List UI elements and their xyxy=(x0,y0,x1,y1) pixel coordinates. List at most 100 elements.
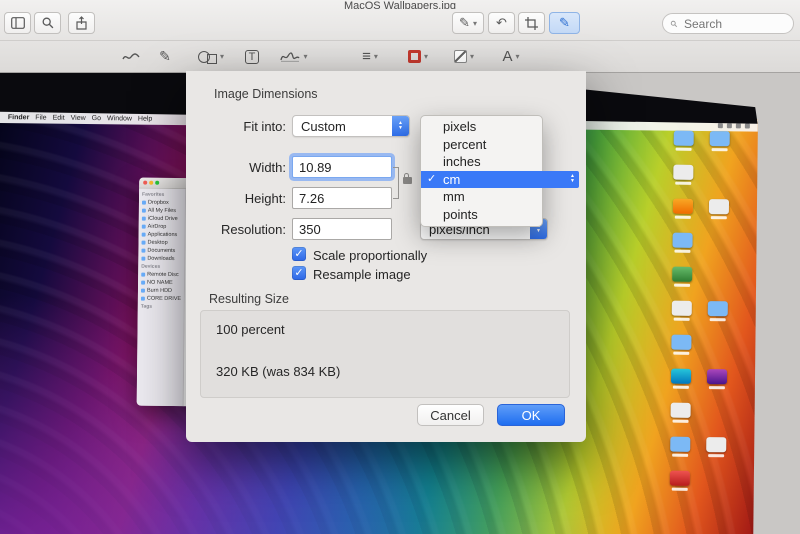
result-filesize: 320 KB (was 834 KB) xyxy=(216,364,340,379)
menu-item-cm-selected[interactable]: ✓ cm ▲▼ xyxy=(421,171,579,189)
desktop-icon[interactable] xyxy=(672,301,692,316)
scale-proportionally-checkbox[interactable]: ✓ xyxy=(292,247,306,261)
share-icon xyxy=(75,16,88,30)
lock-icon xyxy=(403,177,412,184)
link-bracket-bottom xyxy=(393,198,399,199)
chevron-down-icon: ▾ xyxy=(516,52,520,61)
fit-into-label: Fit into: xyxy=(200,119,286,134)
chevron-down-icon: ▾ xyxy=(424,52,428,61)
sidebar-header: Favorites xyxy=(142,191,185,199)
sidebar-header: Tags xyxy=(141,303,184,311)
desktop-icon[interactable] xyxy=(673,199,693,214)
desktop-icon[interactable] xyxy=(708,301,728,316)
markup-toolbar: ✎ ▾ T ▾ ≡ ▾ ▾ ▾ xyxy=(0,40,800,72)
magnifier-icon xyxy=(41,16,55,30)
screenshot-root: Finder File Edit View Go Window Help F xyxy=(0,0,800,534)
close-icon xyxy=(143,181,147,185)
text-tool-button[interactable]: T xyxy=(238,45,266,68)
photo-menu-help: Help xyxy=(138,115,152,122)
dropdown-stepper-icon: ▲▼ xyxy=(570,174,575,184)
chevron-down-icon: ▾ xyxy=(374,52,378,61)
text-style-button[interactable]: A ▾ xyxy=(494,45,528,68)
sidebar-toggle-button[interactable] xyxy=(4,12,31,34)
photo-menu-window: Window xyxy=(107,115,132,122)
sketch-icon xyxy=(122,52,140,62)
desktop-icon[interactable] xyxy=(672,267,692,282)
photo-desktop-icons xyxy=(667,131,736,532)
dialog-title: Image Dimensions xyxy=(214,87,318,101)
desktop-icon[interactable] xyxy=(671,403,691,418)
markup-toolbar-toggle[interactable]: ✎ xyxy=(549,12,580,34)
resolution-input[interactable] xyxy=(292,218,392,240)
photo-finder-sidebar: Favorites Dropbox All My Files iCloud Dr… xyxy=(137,189,186,407)
width-label: Width: xyxy=(200,160,286,175)
desktop-icon[interactable] xyxy=(673,165,693,180)
photo-menu-view: View xyxy=(71,114,86,121)
fit-into-value: Custom xyxy=(301,119,346,134)
checkmark-icon: ✓ xyxy=(294,248,303,260)
desktop-icon[interactable] xyxy=(674,131,694,146)
shapes-tool-button[interactable]: ▾ xyxy=(192,45,230,68)
sidebar-icon xyxy=(11,17,25,29)
highlight-pen-button[interactable]: ✎ ▾ xyxy=(452,12,484,34)
fit-into-dropdown[interactable]: Custom ▲▼ xyxy=(292,115,410,137)
signature-icon xyxy=(280,51,300,62)
border-color-button[interactable]: ▾ xyxy=(400,45,436,68)
search-icon xyxy=(670,19,678,29)
sign-tool-button[interactable]: ▾ xyxy=(274,45,314,68)
menu-item-inches[interactable]: inches xyxy=(421,153,542,171)
pencil-icon: ✎ xyxy=(159,48,171,65)
rotate-left-button[interactable]: ↶ xyxy=(488,12,515,34)
pencil-icon: ✎ xyxy=(459,15,470,31)
menu-item-points[interactable]: points xyxy=(421,206,542,224)
height-input[interactable] xyxy=(292,187,392,209)
shape-style-button[interactable]: ≡ ▾ xyxy=(352,45,388,68)
preview-window-chrome: MacOS Wallpapers.jpg ✎ ▾ ↶ ✎ xyxy=(0,0,800,73)
chevron-down-icon: ▾ xyxy=(220,52,224,61)
desktop-icon[interactable] xyxy=(670,471,690,486)
sketch-tool-button[interactable] xyxy=(116,45,146,68)
photo-menu-file: File xyxy=(35,114,46,121)
border-color-icon xyxy=(408,50,421,63)
width-input[interactable] xyxy=(292,156,392,178)
zoom-button[interactable] xyxy=(34,12,61,34)
photo-menu-edit: Edit xyxy=(53,114,65,121)
fill-color-button[interactable]: ▾ xyxy=(446,45,482,68)
photo-menu-finder: Finder xyxy=(8,114,29,121)
resulting-size-title: Resulting Size xyxy=(209,292,289,306)
chevron-down-icon: ▾ xyxy=(470,52,474,61)
menu-item-mm[interactable]: mm xyxy=(421,188,542,206)
desktop-icon[interactable] xyxy=(706,437,726,452)
menu-item-pixels[interactable]: pixels xyxy=(421,118,542,136)
search-input[interactable] xyxy=(682,16,786,32)
photo-menu-go: Go xyxy=(92,115,101,122)
desktop-icon[interactable] xyxy=(710,131,730,146)
height-label: Height: xyxy=(200,191,286,206)
scale-proportionally-label: Scale proportionally xyxy=(313,248,427,263)
resample-image-checkbox[interactable]: ✓ xyxy=(292,266,306,280)
desktop-icon[interactable] xyxy=(709,199,729,214)
desktop-icon[interactable] xyxy=(707,369,727,384)
crop-button[interactable] xyxy=(518,12,545,34)
share-button[interactable] xyxy=(68,12,95,34)
search-field[interactable] xyxy=(662,13,794,34)
draw-tool-button[interactable]: ✎ xyxy=(152,45,178,68)
crop-icon xyxy=(525,17,538,30)
dropdown-stepper-icon: ▲▼ xyxy=(392,116,409,136)
desktop-icon[interactable] xyxy=(671,335,691,350)
sidebar-header: Devices xyxy=(141,263,184,271)
text-style-icon: A xyxy=(502,48,512,65)
cancel-button[interactable]: Cancel xyxy=(417,404,484,426)
menu-item-percent[interactable]: percent xyxy=(421,136,542,154)
resample-image-label: Resample image xyxy=(313,267,411,282)
window-title: MacOS Wallpapers.jpg xyxy=(344,0,456,9)
desktop-icon[interactable] xyxy=(670,437,690,452)
chevron-down-icon: ▾ xyxy=(303,52,307,61)
image-dimensions-dialog: Image Dimensions Fit into: Custom ▲▼ Wid… xyxy=(186,71,586,442)
desktop-icon[interactable] xyxy=(671,369,691,384)
ok-button[interactable]: OK xyxy=(497,404,565,426)
text-box-icon: T xyxy=(245,50,260,64)
shapes-square-icon xyxy=(207,54,217,64)
chevron-down-icon: ▾ xyxy=(473,19,477,28)
desktop-icon[interactable] xyxy=(672,233,692,248)
